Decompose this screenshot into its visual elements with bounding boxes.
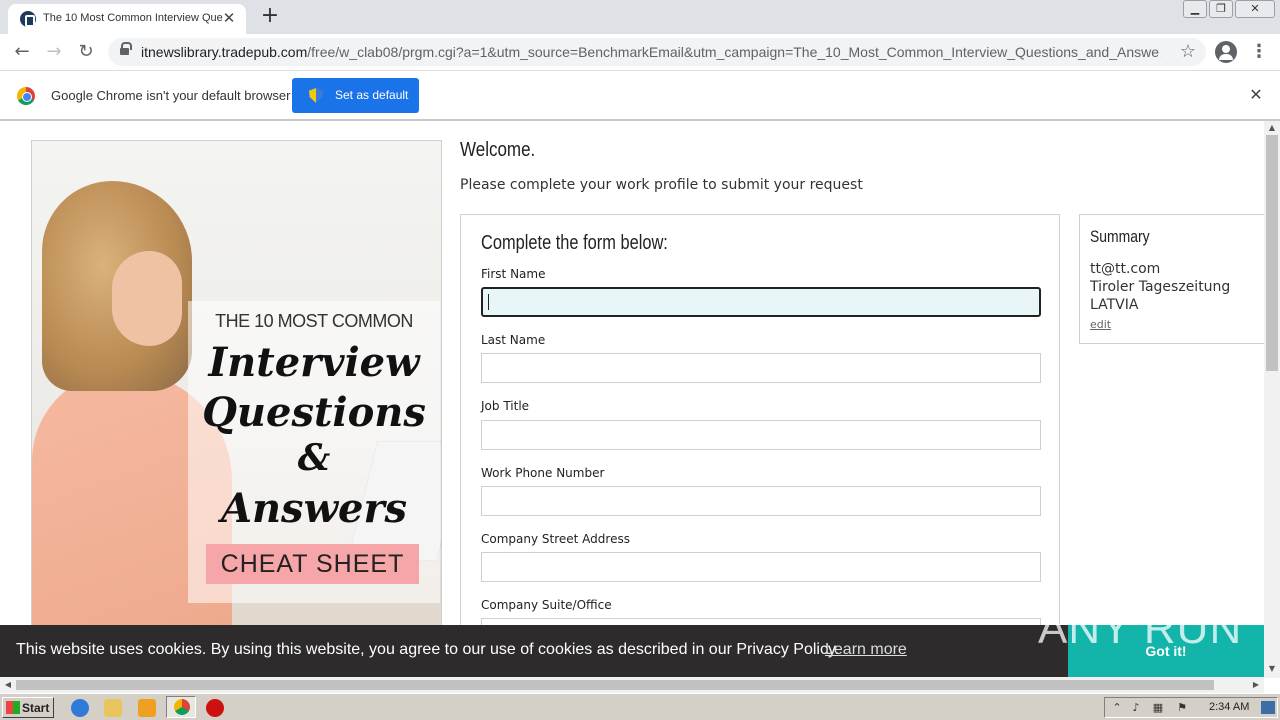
cover-ampersand: & xyxy=(297,437,331,479)
form-title: Complete the form below: xyxy=(481,232,668,254)
profile-form: Complete the form below: First Name Last… xyxy=(460,214,1060,678)
cookie-message: This website uses cookies. By using this… xyxy=(16,641,840,658)
forward-arrow-icon[interactable]: → xyxy=(41,40,67,64)
default-browser-infobar: Google Chrome isn't your default browser… xyxy=(0,71,1280,121)
scroll-up-arrow-icon[interactable]: ▲ xyxy=(1264,121,1280,135)
vertical-scroll-thumb[interactable] xyxy=(1266,135,1278,371)
url-text[interactable]: itnewslibrary.tradepub.com/free/w_clab08… xyxy=(141,44,1161,60)
page-title: Welcome. xyxy=(460,139,536,161)
show-desktop-icon[interactable] xyxy=(1261,701,1275,714)
cover-top-line: THE 10 MOST COMMON xyxy=(215,311,413,331)
set-as-default-label: Set as default xyxy=(335,88,409,102)
scroll-down-arrow-icon[interactable]: ▼ xyxy=(1264,662,1280,676)
vertical-scrollbar[interactable]: ▲ ▼ xyxy=(1264,121,1280,678)
suite-office-label: Company Suite/Office xyxy=(481,598,612,612)
summary-country: LATVIA xyxy=(1090,297,1139,313)
text-caret xyxy=(488,294,489,310)
illustration-face xyxy=(112,251,182,346)
reload-icon[interactable]: ↻ xyxy=(73,40,99,64)
security-alert-icon[interactable] xyxy=(206,699,224,717)
start-button[interactable]: Start xyxy=(2,697,54,718)
cover-title-panel: THE 10 MOST COMMON Interview Questions &… xyxy=(188,301,440,603)
windows-taskbar: Start ⌃ ♪ ▦ ⚑ 2:34 AM xyxy=(0,693,1280,720)
job-title-label: Job Title xyxy=(481,399,530,413)
start-label: Start xyxy=(22,701,50,715)
set-as-default-button[interactable]: Set as default xyxy=(292,78,419,113)
uac-shield-icon xyxy=(309,88,323,103)
back-arrow-icon[interactable]: ← xyxy=(9,40,35,64)
tab-title: The 10 Most Common Interview Que xyxy=(43,12,223,24)
first-name-input[interactable] xyxy=(481,287,1041,317)
lock-icon[interactable] xyxy=(120,42,132,57)
kebab-menu-icon[interactable]: ⋮ xyxy=(1250,41,1268,63)
summary-title: Summary xyxy=(1090,227,1150,246)
close-tab-icon[interactable]: ✕ xyxy=(220,9,238,27)
woman-illustration xyxy=(32,181,232,639)
page-content: THE 10 MOST COMMON Interview Questions &… xyxy=(0,121,1280,678)
media-player-icon[interactable] xyxy=(138,699,156,717)
minimize-button[interactable]: ▁ xyxy=(1183,0,1207,18)
last-name-input[interactable] xyxy=(481,353,1041,383)
action-center-flag-icon[interactable]: ⚑ xyxy=(1175,701,1189,714)
new-tab-button[interactable]: + xyxy=(258,5,282,29)
url-path: /free/w_clab08/prgm.cgi?a=1&utm_source=B… xyxy=(307,44,1161,60)
system-tray: ⌃ ♪ ▦ ⚑ 2:34 AM xyxy=(1104,697,1278,718)
tab-strip: The 10 Most Common Interview Que ✕ + ▁ ❐… xyxy=(0,0,1280,34)
address-bar[interactable]: itnewslibrary.tradepub.com/free/w_clab08… xyxy=(108,38,1206,66)
scroll-left-arrow-icon[interactable]: ◀ xyxy=(0,677,16,693)
summary-company: Tiroler Tageszeitung xyxy=(1090,279,1231,295)
tray-expand-icon[interactable]: ⌃ xyxy=(1110,701,1124,714)
learn-more-link[interactable]: Learn more xyxy=(825,641,907,659)
horizontal-scrollbar[interactable]: ◀ ▶ xyxy=(0,677,1264,693)
close-window-button[interactable]: ✕ xyxy=(1235,0,1275,18)
summary-edit-link[interactable]: edit xyxy=(1090,318,1111,331)
cover-word-answers: Answers xyxy=(220,485,408,532)
browser-tab[interactable]: The 10 Most Common Interview Que ✕ xyxy=(8,4,246,34)
network-icon[interactable]: ▦ xyxy=(1151,701,1165,714)
windows-logo-icon xyxy=(6,701,20,714)
last-name-label: Last Name xyxy=(481,333,546,347)
summary-panel: Summary tt@tt.com Tiroler Tageszeitung L… xyxy=(1079,214,1265,344)
cover-word-interview: Interview xyxy=(208,339,420,386)
cheat-sheet-cover-image: THE 10 MOST COMMON Interview Questions &… xyxy=(31,140,442,640)
taskbar-clock[interactable]: 2:34 AM xyxy=(1209,701,1249,713)
volume-icon[interactable]: ♪ xyxy=(1129,701,1143,714)
work-phone-input[interactable] xyxy=(481,486,1041,516)
anyrun-watermark: ANY RUN xyxy=(1038,604,1243,653)
horizontal-scroll-thumb[interactable] xyxy=(16,680,1214,690)
chrome-taskbar-button[interactable] xyxy=(166,696,196,718)
work-phone-label: Work Phone Number xyxy=(481,466,605,480)
restore-button[interactable]: ❐ xyxy=(1209,0,1233,18)
chrome-logo-icon xyxy=(17,87,35,105)
summary-email: tt@tt.com xyxy=(1090,261,1161,277)
browser-toolbar: ← → ↻ itnewslibrary.tradepub.com/free/w_… xyxy=(0,34,1280,71)
internet-explorer-icon[interactable] xyxy=(71,699,89,717)
close-infobar-icon[interactable]: ✕ xyxy=(1246,85,1266,105)
infobar-message: Google Chrome isn't your default browser xyxy=(51,88,291,103)
page-subtitle: Please complete your work profile to sub… xyxy=(460,177,863,193)
job-title-input[interactable] xyxy=(481,420,1041,450)
cover-word-questions: Questions xyxy=(202,389,426,436)
url-host: itnewslibrary.tradepub.com xyxy=(141,44,308,60)
cheat-sheet-banner: CHEAT SHEET xyxy=(206,544,419,584)
first-name-label: First Name xyxy=(481,267,546,281)
file-explorer-icon[interactable] xyxy=(104,699,122,717)
street-address-input[interactable] xyxy=(481,552,1041,582)
chrome-taskbar-icon xyxy=(174,699,190,715)
site-favicon-icon xyxy=(20,11,36,27)
account-icon[interactable] xyxy=(1215,41,1237,63)
bookmark-star-icon[interactable]: ☆ xyxy=(1180,41,1196,62)
scroll-right-arrow-icon[interactable]: ▶ xyxy=(1248,677,1264,693)
street-address-label: Company Street Address xyxy=(481,532,630,546)
